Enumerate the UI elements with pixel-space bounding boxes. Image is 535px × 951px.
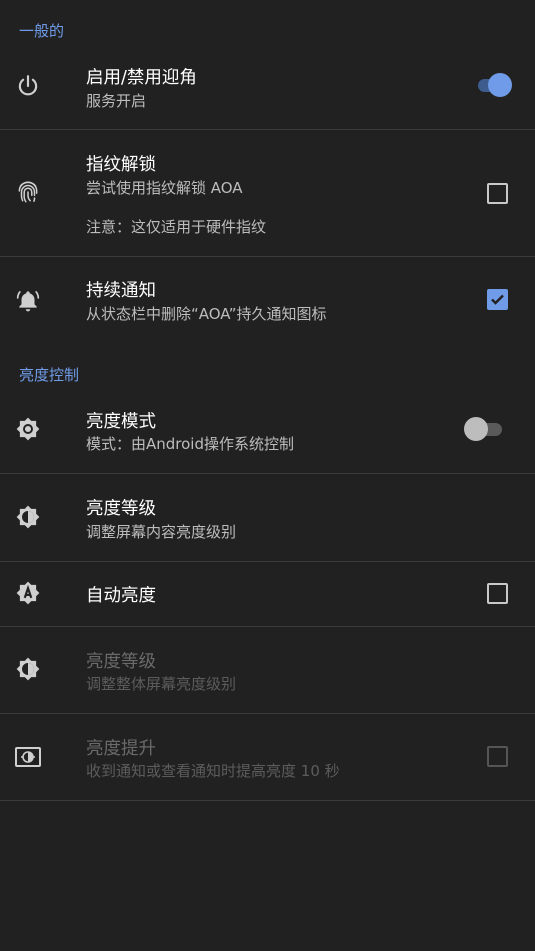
setting-title: 指纹解锁 bbox=[86, 155, 156, 175]
setting-brightness-level[interactable]: 亮度等级 调整屏幕内容亮度级别 bbox=[0, 474, 535, 561]
brightness-boost-checkbox[interactable] bbox=[487, 746, 508, 767]
setting-brightness-mode[interactable]: 亮度模式 模式：由Android操作系统控制 bbox=[0, 399, 535, 473]
brightness-half-icon bbox=[14, 503, 42, 531]
setting-subtitle: 尝试使用指纹解锁 AOA bbox=[86, 179, 243, 197]
brightness-auto-icon bbox=[14, 579, 42, 607]
setting-subtitle: 从状态栏中删除“AOA”持久通知图标 bbox=[86, 305, 327, 323]
setting-enable-corner[interactable]: 启用/禁用迎角 服务开启 bbox=[0, 55, 535, 129]
setting-persistent-notification[interactable]: 持续通知 从状态栏中删除“AOA”持久通知图标 bbox=[0, 257, 535, 342]
setting-title: 亮度提升 bbox=[86, 739, 156, 759]
setting-title: 自动亮度 bbox=[86, 586, 156, 606]
brightness-half-icon bbox=[14, 655, 42, 683]
fingerprint-icon bbox=[14, 178, 42, 206]
persistent-notification-checkbox[interactable] bbox=[487, 289, 508, 310]
divider bbox=[0, 800, 535, 801]
switch-thumb bbox=[488, 73, 512, 97]
setting-subtitle: 调整屏幕内容亮度级别 bbox=[86, 523, 237, 541]
setting-title: 亮度等级 bbox=[86, 652, 156, 672]
check-icon bbox=[491, 294, 504, 305]
setting-subtitle: 服务开启 bbox=[86, 92, 147, 110]
fingerprint-checkbox[interactable] bbox=[487, 183, 508, 204]
bell-ring-icon bbox=[14, 286, 42, 314]
setting-fingerprint-unlock[interactable]: 指纹解锁 尝试使用指纹解锁 AOA 注意：这仅适用于硬件指纹 bbox=[0, 130, 535, 256]
power-icon bbox=[14, 72, 42, 100]
setting-subtitle: 调整整体屏幕亮度级别 bbox=[86, 675, 237, 693]
setting-note: 注意：这仅适用于硬件指纹 bbox=[86, 218, 267, 236]
brightness-mode-switch[interactable] bbox=[464, 416, 504, 442]
setting-title: 持续通知 bbox=[86, 281, 156, 301]
setting-title: 亮度模式 bbox=[86, 412, 156, 432]
section-header-brightness: 亮度控制 bbox=[19, 366, 80, 384]
enable-corner-switch[interactable] bbox=[474, 72, 514, 98]
setting-auto-brightness[interactable]: 自动亮度 bbox=[0, 562, 535, 626]
brightness-box-icon bbox=[14, 743, 42, 771]
brightness-sun-icon bbox=[14, 415, 42, 443]
setting-brightness-boost[interactable]: 亮度提升 收到通知或查看通知时提高亮度 10 秒 bbox=[0, 714, 535, 800]
auto-brightness-checkbox[interactable] bbox=[487, 583, 508, 604]
setting-subtitle: 模式：由Android操作系统控制 bbox=[86, 435, 294, 453]
section-header-general: 一般的 bbox=[19, 22, 65, 40]
setting-title: 启用/禁用迎角 bbox=[86, 68, 197, 88]
setting-subtitle: 收到通知或查看通知时提高亮度 10 秒 bbox=[86, 762, 340, 780]
switch-thumb bbox=[464, 417, 488, 441]
setting-brightness-level-overall[interactable]: 亮度等级 调整整体屏幕亮度级别 bbox=[0, 627, 535, 713]
setting-title: 亮度等级 bbox=[86, 499, 156, 519]
